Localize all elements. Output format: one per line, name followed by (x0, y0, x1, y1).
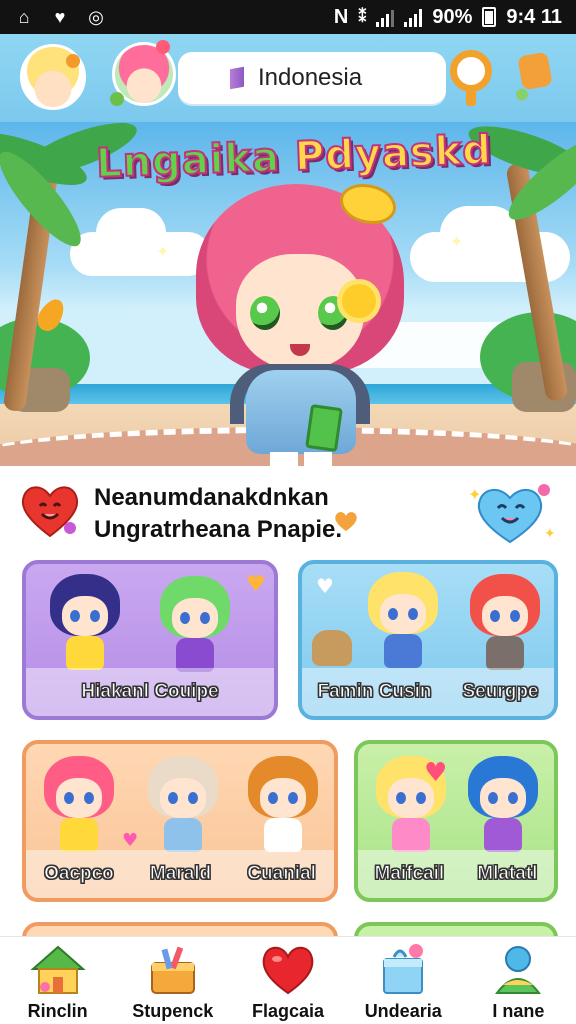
nav-label: Flagcaia (251, 1001, 325, 1021)
nfc-icon: N (334, 6, 348, 29)
flower-icon (342, 284, 376, 318)
category-label: Famin Cusin (317, 681, 432, 703)
app-header: Indonesia (0, 34, 576, 122)
hero-banner[interactable]: ✦ ✦ Lngaika Pdyaskd (0, 122, 576, 466)
basket-icon (150, 946, 195, 994)
home-icon: ⌂ (18, 6, 30, 27)
sparkle-icon: ✦ (156, 242, 170, 261)
character (244, 756, 322, 856)
signal-icon (404, 7, 423, 27)
book-icon (305, 403, 343, 453)
category-label: Mlatatl (477, 863, 538, 885)
sparkle-icon: ✦ (450, 232, 464, 251)
heart-icon: ♥ (54, 6, 66, 27)
nav-item-shop[interactable]: Stupenck (115, 937, 230, 1024)
signal-icon (376, 7, 395, 27)
character (156, 576, 234, 676)
nav-label: Undearia (364, 1001, 442, 1021)
heart-icon: ♥ (122, 830, 139, 851)
welcome-line2: Ungratrheana Pnapie. (94, 516, 343, 543)
nav-item-profile[interactable]: I nane (461, 937, 576, 1024)
category-label: Seurgpe (462, 681, 539, 703)
character (466, 574, 544, 674)
category-card[interactable]: ♥ Maifcail Mlatatl (354, 740, 558, 902)
home-content: Neanumdanakdnkan Ungratrheana Pnapie. ✦ … (0, 466, 576, 962)
status-bar: ⌂ ♥ ◎ N ⁑ 90% 9:4 11 (0, 0, 576, 34)
category-label: Oacpco (44, 863, 115, 885)
profile-icon (495, 946, 542, 994)
heart-icon: ♥ (316, 574, 334, 598)
leaf-icon (110, 92, 124, 106)
nav-label: Stupenck (132, 1001, 214, 1021)
heart-icon (335, 512, 357, 531)
battery-percent: 90% (432, 5, 473, 28)
vibrate-icon: ⁑ (358, 9, 367, 26)
character (464, 756, 542, 856)
heart-icon (156, 40, 170, 54)
gift-box-icon (383, 944, 424, 994)
flower-icon (66, 54, 80, 68)
gamepad-icon: ◎ (88, 6, 104, 27)
category-card[interactable]: ♥ Hiakanl Couipe (22, 560, 278, 720)
character (46, 574, 124, 674)
category-label: Maifcail (374, 863, 445, 885)
search-input[interactable]: Indonesia (178, 52, 446, 104)
svg-text:✦: ✦ (544, 526, 556, 542)
category-label: Marald (149, 863, 212, 885)
category-card[interactable]: ♥ Famin Cusin Seurgpe (298, 560, 558, 720)
welcome-text: Neanumdanakdnkan Ungratrheana Pnapie. (94, 482, 354, 546)
banner-title-part2: Pdyaskd (293, 126, 494, 181)
nav-item-favorites[interactable]: Flagcaia (230, 937, 345, 1024)
category-label: Hiakanl Couipe (81, 681, 219, 703)
character (364, 572, 442, 672)
battery-icon (482, 7, 497, 27)
hero-character (190, 174, 410, 466)
nav-label: I nane (492, 1001, 545, 1021)
category-label: Cuanial (247, 863, 317, 885)
bottom-nav: Rinclin Stupenck Flagcaia Undearia I nan… (0, 936, 576, 1024)
category-card[interactable]: ♥ Oacpco Marald Cuanial (22, 740, 338, 902)
key-icon[interactable] (450, 50, 494, 106)
character (144, 756, 222, 856)
deer-icon (312, 630, 352, 666)
bag-icon[interactable] (517, 51, 553, 91)
welcome-line1: Neanumdanakdnkan (94, 484, 329, 511)
heart-icon (262, 946, 314, 995)
heart-icon: ♥ (246, 572, 266, 597)
clock: 9:4 11 (506, 5, 562, 28)
character (40, 756, 118, 856)
heart-face-icon: ✦ ✦ (468, 484, 556, 544)
nav-item-gifts[interactable]: Undearia (346, 937, 461, 1024)
house-icon (29, 945, 86, 994)
network-label: N (333, 5, 349, 28)
heart-icon: ♥ (424, 758, 448, 788)
nav-item-home[interactable]: Rinclin (0, 937, 115, 1024)
flag-icon (230, 66, 244, 90)
search-value: Indonesia (258, 64, 363, 91)
nav-label: Rinclin (27, 1001, 88, 1021)
heart-face-icon (21, 486, 79, 538)
svg-text:✦: ✦ (468, 485, 481, 504)
